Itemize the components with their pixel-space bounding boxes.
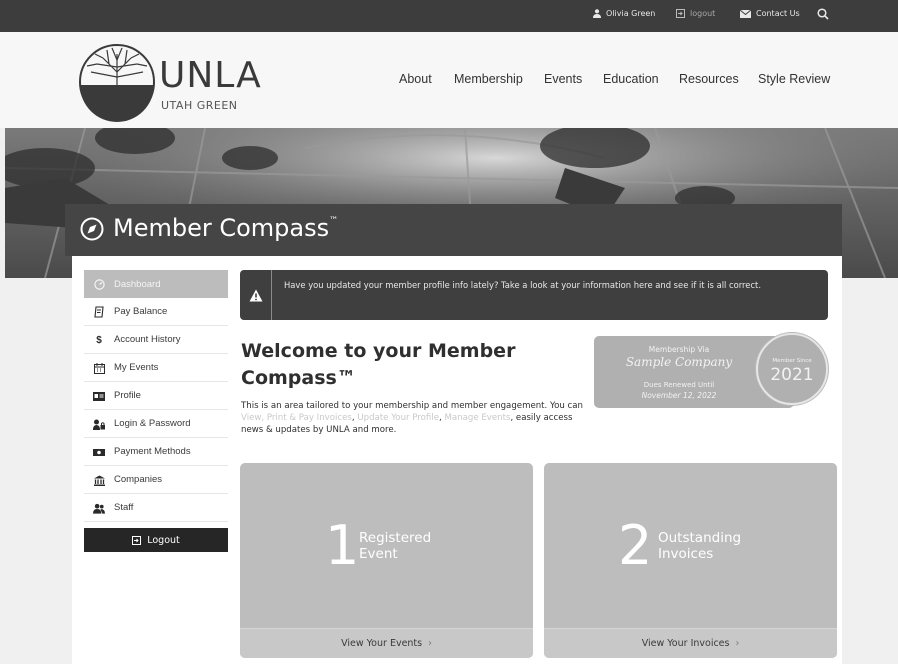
building-icon	[93, 474, 105, 486]
sidebar-item-my-events[interactable]: My Events	[84, 354, 228, 382]
sidebar-item-login-password[interactable]: Login & Password	[84, 410, 228, 438]
calendar-icon	[93, 362, 105, 374]
search-icon	[817, 8, 829, 20]
sidebar-item-label: Companies	[114, 474, 163, 485]
logout-button-label: Logout	[147, 534, 180, 546]
member-since-label: Member Since	[772, 358, 812, 364]
logout-button[interactable]: Logout	[84, 528, 228, 552]
pay-invoices-link[interactable]: View, Print & Pay Invoices	[241, 413, 352, 423]
user-icon	[593, 9, 601, 18]
page-title: Member Compass™	[113, 214, 339, 242]
sidebar-item-label: Login & Password	[114, 418, 191, 429]
logo-subtitle: UTAH GREEN	[161, 99, 238, 112]
chevron-right-icon: ›	[735, 638, 740, 649]
search-button[interactable]	[817, 8, 829, 20]
nav-about[interactable]: About	[399, 72, 432, 86]
tile-number: 2	[618, 514, 653, 577]
compass-icon	[80, 217, 104, 241]
nav-style-review[interactable]: Style Review	[758, 72, 830, 86]
member-since-badge: Member Since 2021	[756, 333, 828, 405]
member-since-year: 2021	[770, 365, 814, 385]
sidebar-item-label: Profile	[114, 390, 141, 401]
view-events-link[interactable]: View Your Events ›	[240, 628, 533, 658]
profile-update-alert: Have you updated your member profile inf…	[240, 270, 828, 320]
nav-events[interactable]: Events	[544, 72, 582, 86]
update-profile-link[interactable]: Update Your Profile	[357, 413, 439, 423]
id-card-icon	[93, 390, 105, 402]
contact-us-link[interactable]: Contact Us	[740, 9, 800, 18]
nav-resources[interactable]: Resources	[679, 72, 739, 86]
view-invoices-link[interactable]: View Your Invoices ›	[544, 628, 837, 658]
page-title-bar: Member Compass™	[65, 204, 842, 256]
sidebar-nav: Dashboard Pay Balance $ Account History …	[84, 270, 228, 522]
sidebar-item-staff[interactable]: Staff	[84, 494, 228, 522]
alert-text: Have you updated your member profile inf…	[284, 280, 762, 290]
manage-events-link[interactable]: Manage Events	[444, 413, 510, 423]
chevron-right-icon: ›	[428, 638, 432, 649]
tree-logo-icon	[79, 44, 155, 122]
sidebar-item-companies[interactable]: Companies	[84, 466, 228, 494]
user-account-link[interactable]: Olivia Green	[593, 9, 655, 18]
logout-link[interactable]: logout	[676, 9, 715, 18]
sign-out-icon	[676, 9, 685, 18]
logo-wordmark: UNLA	[159, 55, 262, 96]
sidebar-item-label: My Events	[114, 362, 159, 373]
warning-icon	[240, 270, 272, 320]
sidebar-item-pay-balance[interactable]: Pay Balance	[84, 298, 228, 326]
sidebar-item-account-history[interactable]: $ Account History	[84, 326, 228, 354]
membership-via-label: Membership Via	[648, 345, 710, 354]
nav-education[interactable]: Education	[603, 72, 659, 86]
registered-events-tile[interactable]: 1 Registered Event View Your Events ›	[240, 463, 533, 658]
logout-label: logout	[690, 9, 716, 18]
dashboard-icon	[93, 278, 105, 290]
sidebar-item-label: Pay Balance	[114, 306, 168, 317]
sidebar-item-label: Payment Methods	[114, 446, 191, 457]
dollar-icon: $	[96, 334, 102, 346]
money-icon	[93, 446, 105, 458]
sidebar-item-profile[interactable]: Profile	[84, 382, 228, 410]
user-lock-icon	[93, 418, 105, 430]
contact-us-label: Contact Us	[756, 9, 800, 18]
envelope-icon	[740, 9, 751, 18]
tile-label: Outstanding Invoices	[658, 530, 742, 562]
top-utility-bar: Olivia Green logout Contact Us	[0, 0, 898, 32]
welcome-heading: Welcome to your Member Compass™	[241, 340, 516, 389]
sidebar-item-payment-methods[interactable]: Payment Methods	[84, 438, 228, 466]
sign-out-icon	[132, 535, 142, 545]
membership-company: Sample Company	[625, 355, 733, 369]
user-name: Olivia Green	[606, 9, 656, 18]
dues-renewed-label: Dues Renewed Until	[643, 381, 715, 389]
sidebar-item-label: Staff	[114, 502, 134, 513]
tile-number: 1	[325, 514, 360, 577]
users-icon	[93, 502, 105, 514]
site-header: UNLA UTAH GREEN About Membership Events …	[0, 32, 898, 128]
welcome-intro: This is an area tailored to your members…	[241, 401, 583, 435]
sidebar-item-label: Account History	[114, 334, 181, 345]
nav-membership[interactable]: Membership	[454, 72, 523, 86]
unla-logo[interactable]: UNLA UTAH GREEN	[79, 40, 262, 124]
sidebar-item-dashboard[interactable]: Dashboard	[84, 270, 228, 298]
sidebar-item-label: Dashboard	[114, 278, 161, 290]
dues-renewed-date: November 12, 2022	[641, 391, 717, 400]
tile-label: Registered Event	[359, 530, 432, 562]
receipt-icon	[93, 306, 105, 318]
outstanding-invoices-tile[interactable]: 2 Outstanding Invoices View Your Invoices…	[544, 463, 837, 658]
